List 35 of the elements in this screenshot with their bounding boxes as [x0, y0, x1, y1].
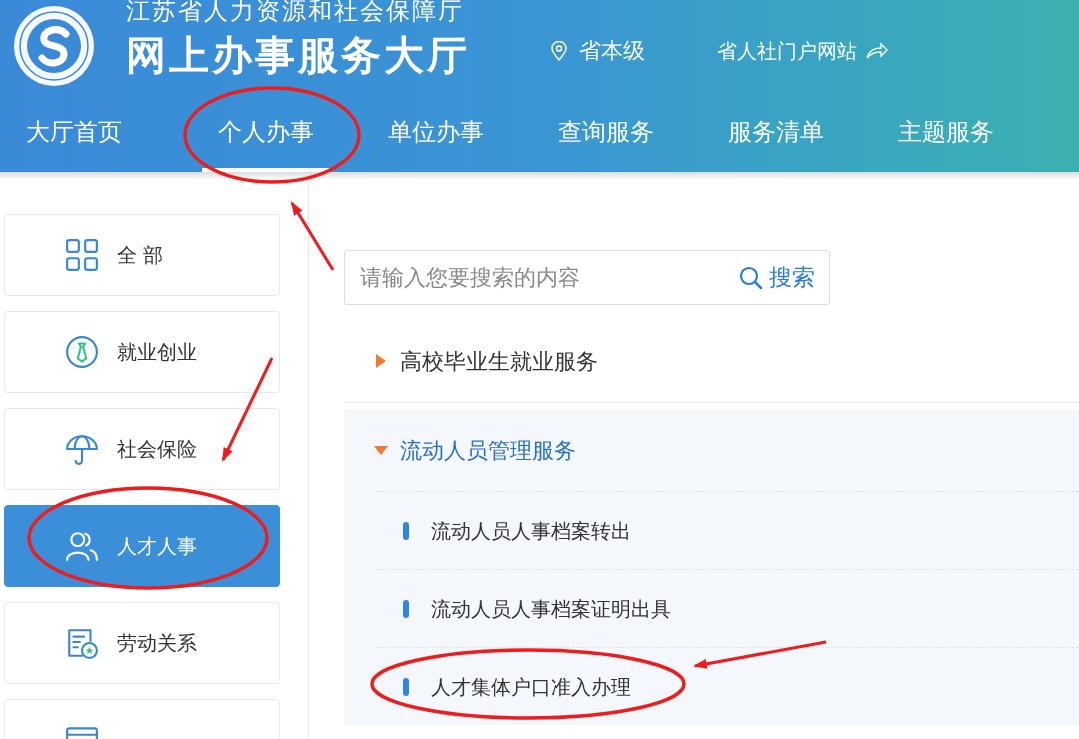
nav-tab[interactable]: 服务清单: [712, 100, 840, 172]
search-field[interactable]: 请输入您要搜索的内容 搜索: [344, 250, 830, 305]
document-icon: [65, 626, 99, 660]
triangle-down-icon: [374, 443, 388, 457]
bullet-bar-icon: [403, 521, 409, 540]
service-link[interactable]: 人才集体户口准入办理: [403, 671, 631, 702]
nav-tab[interactable]: 查询服务: [542, 100, 670, 172]
bullet-bar-icon: [403, 677, 409, 696]
service-link[interactable]: 流动人员人事档案转出: [403, 515, 631, 546]
triangle-right-icon: [374, 354, 388, 368]
share-arrow-icon: [865, 41, 889, 60]
nav-tab[interactable]: 单位办事: [372, 100, 500, 172]
grid-icon: [65, 238, 99, 272]
nav-tab[interactable]: 大厅首页: [10, 100, 138, 172]
category-button[interactable]: 全 部: [4, 214, 280, 296]
category-button[interactable]: 就业创业: [4, 311, 280, 393]
location-pin-icon: [550, 40, 568, 61]
search-icon: [739, 265, 763, 290]
site-title: 网上办事服务大厅: [126, 32, 470, 79]
annotation-arrow: [290, 201, 335, 271]
portal-link[interactable]: 省人社门户网站: [717, 35, 889, 66]
nav-tab[interactable]: 主题服务: [882, 100, 1010, 172]
bullet-bar-icon: [403, 599, 409, 618]
category-header[interactable]: 高校毕业生就业服务: [344, 320, 1079, 402]
search-button[interactable]: 搜索: [739, 260, 815, 295]
umbrella-icon: [65, 432, 99, 466]
people-icon: [65, 529, 99, 563]
tie-icon: [65, 335, 99, 369]
service-link[interactable]: 流动人员人事档案证明出具: [403, 593, 671, 624]
category-button[interactable]: 社会保险: [4, 408, 280, 490]
category-button[interactable]: 人才人事: [4, 505, 280, 587]
category-header[interactable]: 流动人员管理服务: [344, 409, 1079, 491]
category-button[interactable]: 劳动关系: [4, 602, 280, 684]
region-label[interactable]: 省本级: [579, 34, 645, 67]
logo-icon: [12, 4, 96, 88]
